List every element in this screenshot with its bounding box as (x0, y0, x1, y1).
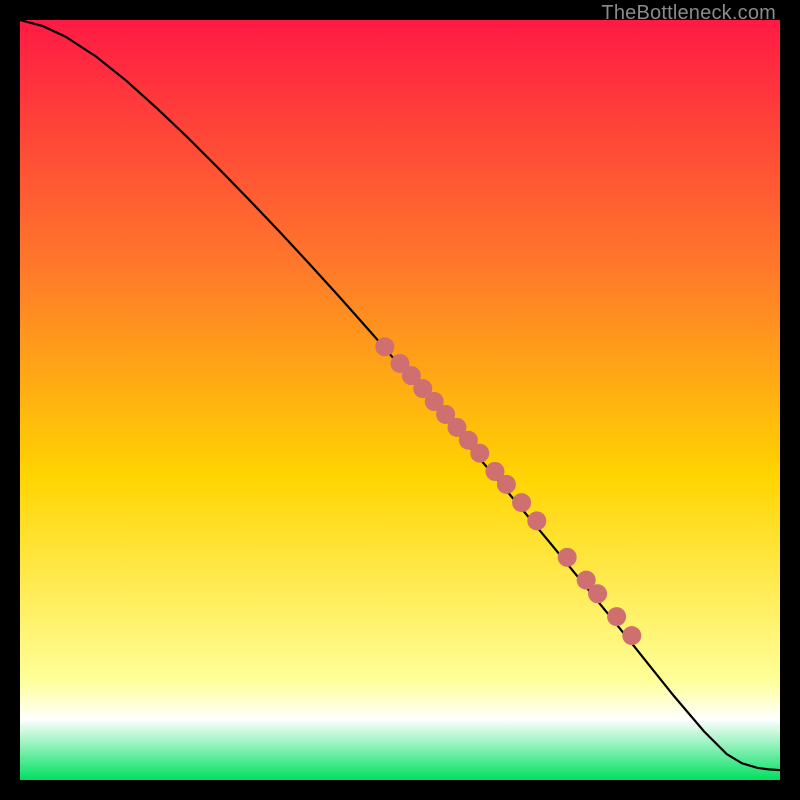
data-marker (558, 548, 577, 567)
gradient-background (20, 20, 780, 780)
data-marker (622, 626, 641, 645)
data-marker (375, 337, 394, 356)
chart-frame (20, 20, 780, 780)
data-marker (497, 475, 516, 494)
chart-svg (20, 20, 780, 780)
data-marker (512, 493, 531, 512)
data-marker (588, 584, 607, 603)
data-marker (470, 444, 489, 463)
data-marker (527, 511, 546, 530)
data-marker (607, 607, 626, 626)
